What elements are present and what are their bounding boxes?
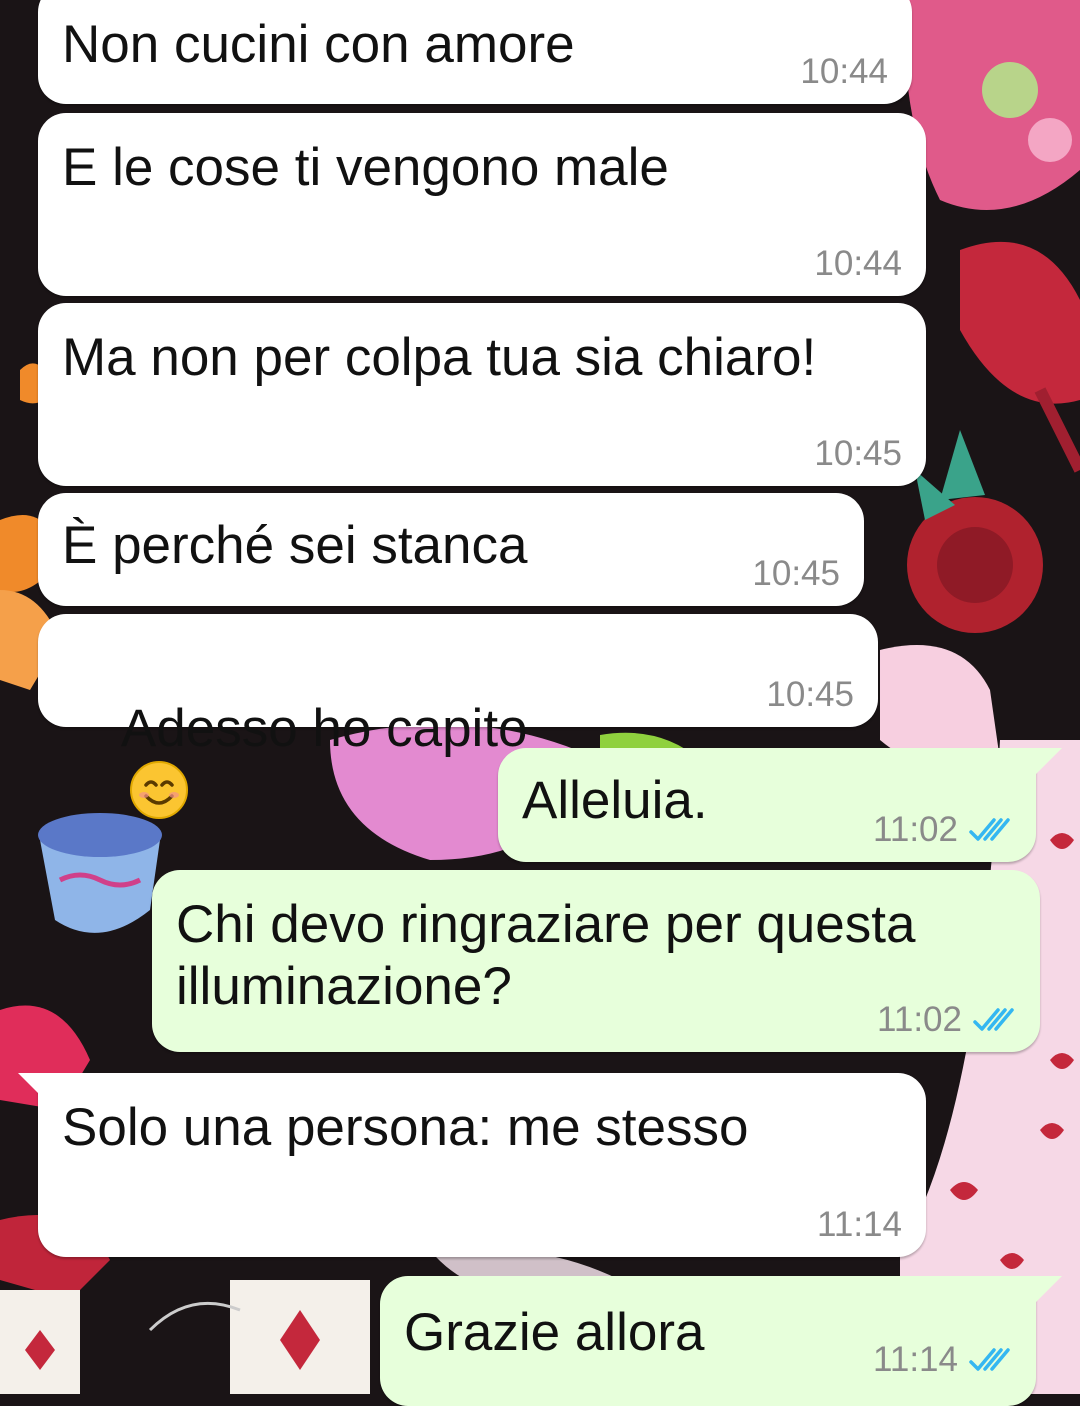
message-meta: 10:45 (752, 554, 840, 594)
message-meta: 10:44 (800, 52, 888, 92)
smiling-face-icon (129, 761, 188, 819)
message-time: 11:02 (877, 1000, 962, 1039)
message-bubble-incoming[interactable]: E le cose ti vengono male 10:44 (38, 113, 926, 296)
message-text: Non cucini con amore (62, 15, 575, 74)
message-bubble-incoming[interactable]: Adesso ho capito 10:45 (38, 614, 878, 819)
message-bubble-outgoing[interactable]: Chi devo ringraziare per questa illumina… (152, 870, 1040, 1052)
message-meta: 11:02 (873, 810, 1012, 850)
double-check-read-icon (969, 1348, 1010, 1371)
message-time: 10:45 (752, 554, 840, 593)
message-time: 10:44 (800, 52, 888, 91)
message-text: Chi devo ringraziare per questa illumina… (176, 895, 916, 1016)
message-meta: 11:14 (817, 1205, 902, 1245)
message-text: Ma non per colpa tua sia chiaro! (62, 328, 817, 387)
message-text: È perché sei stanca (62, 516, 528, 575)
message-meta: 11:14 (873, 1340, 1012, 1380)
message-bubble-incoming[interactable]: Non cucini con amore 10:44 (38, 0, 912, 104)
message-meta: 11:02 (877, 1000, 1016, 1040)
message-bubble-outgoing[interactable]: Grazie allora 11:14 (380, 1276, 1036, 1406)
message-bubble-incoming[interactable]: Solo una persona: me stesso 11:14 (38, 1073, 926, 1257)
double-check-read-icon (973, 1008, 1014, 1031)
bubble-tail (18, 1073, 44, 1099)
message-meta: 10:44 (814, 244, 902, 284)
message-text: Solo una persona: me stesso (62, 1098, 749, 1157)
message-time: 10:45 (766, 675, 854, 714)
double-check-read-icon (969, 818, 1010, 841)
message-meta: 10:45 (766, 675, 854, 715)
message-time: 10:44 (814, 244, 902, 283)
message-text: E le cose ti vengono male (62, 138, 669, 197)
message-text-content: Adesso ho capito (120, 699, 528, 758)
message-text: Alleluia. (522, 771, 708, 830)
message-time: 11:14 (873, 1340, 958, 1379)
message-time: 11:14 (817, 1205, 902, 1244)
message-time: 10:45 (814, 434, 902, 473)
message-text: Grazie allora (404, 1303, 705, 1362)
message-bubble-incoming[interactable]: Ma non per colpa tua sia chiaro! 10:45 (38, 303, 926, 486)
message-meta: 10:45 (814, 434, 902, 474)
message-text: Adesso ho capito (62, 636, 528, 886)
message-time: 11:02 (873, 810, 958, 849)
message-bubble-incoming[interactable]: È perché sei stanca 10:45 (38, 493, 864, 606)
bubble-tail (1036, 748, 1062, 774)
message-bubble-outgoing[interactable]: Alleluia. 11:02 (498, 748, 1036, 862)
bubble-tail (1036, 1276, 1062, 1302)
